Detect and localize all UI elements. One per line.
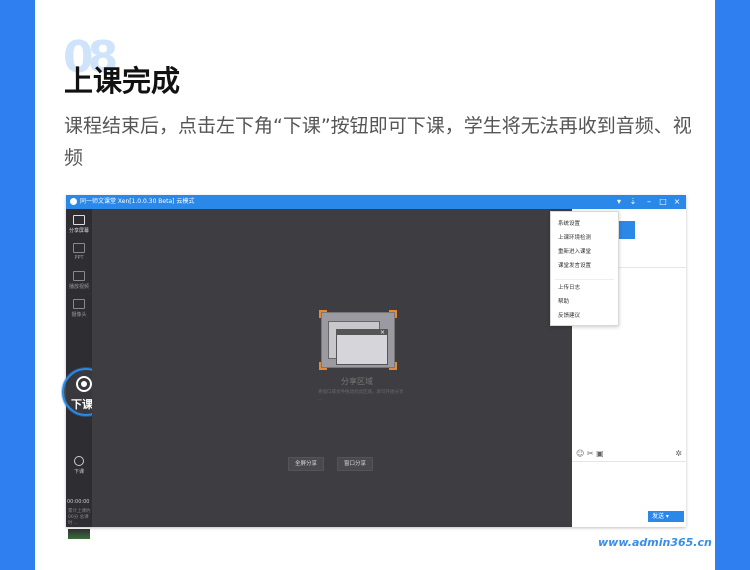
camera-icon [73,299,85,309]
send-button[interactable]: 发送 ▾ [648,511,684,522]
end-class-icon [74,456,84,466]
menu-item-help[interactable]: 帮助 [558,297,569,305]
ppt-icon [73,243,85,253]
class-total-info: 累计上课约 00分 总课时 ... [68,509,91,526]
screen-share-icon [73,215,85,225]
class-timer: 00:00:00 [67,499,90,505]
sidebar-item-ppt[interactable]: PPT [66,243,92,261]
video-icon [73,271,85,281]
sidebar-item-camera[interactable]: 摄像头 [66,299,92,318]
window-share-button[interactable]: 窗口分享 [337,457,374,471]
window-illustration: × [336,329,388,365]
window-title: 同一师文课堂 Xen[1.0.0.30 Beta] 云模式 [80,198,195,205]
pin-icon[interactable]: ⇣ [628,196,638,207]
chat-toolbar: ☺ ✂ ▣ [576,449,604,458]
share-area-label: 分享区域 [341,377,373,386]
image-icon[interactable]: ▣ [596,449,604,458]
app-logo-icon [70,198,77,205]
close-icon[interactable]: × [672,196,682,207]
page-title: 上课完成 [64,64,181,98]
end-class-icon [76,376,92,392]
gear-icon[interactable]: ✲ [675,449,682,458]
emoji-icon[interactable]: ☺ [576,449,584,458]
sidebar-item-share-screen[interactable]: 分享屏幕 [66,215,92,234]
maximize-icon[interactable]: □ [658,196,668,207]
minimize-icon[interactable]: – [644,196,654,207]
menu-item-upload-log[interactable]: 上传日志 [558,283,580,291]
watermark: www.admin365.cn [598,536,712,549]
share-stage: × 分享区域 将窗口或文件拖动到此区域，即可开始分享 ... 全屏分享 窗口分享 [92,209,572,527]
menu-item-reenter-class[interactable]: 重新进入课堂 [558,247,591,255]
menu-item-system-settings[interactable]: 系统设置 [558,219,580,227]
menu-item-speech-settings[interactable]: 课堂发言设置 [558,261,591,269]
share-area-illustration: × [319,310,397,370]
menu-item-feedback[interactable]: 反馈建议 [558,311,580,319]
menu-dropdown-icon[interactable]: ▾ [614,196,624,207]
sidebar-item-video[interactable]: 播放视频 [66,271,92,290]
settings-dropdown-menu: 系统设置 上课环境检测 重新进入课堂 课堂发言设置 上传日志 帮助 反馈建议 [550,211,619,326]
title-bar: 同一师文课堂 Xen[1.0.0.30 Beta] 云模式 ▾ ⇣ – □ × [66,195,686,209]
menu-item-env-check[interactable]: 上课环境检测 [558,233,591,241]
end-class-button[interactable]: 下课 [66,456,92,475]
scissors-icon[interactable]: ✂ [587,449,594,458]
share-area-hint: 将窗口或文件拖动到此区域，即可开始分享 ... [318,390,404,402]
fullscreen-share-button[interactable]: 全屏分享 [288,457,325,471]
description-text: 课程结束后，点击左下角“下课”按钮即可下课，学生将无法再收到音频、视频 [64,115,692,169]
audio-level-indicator [68,529,90,539]
